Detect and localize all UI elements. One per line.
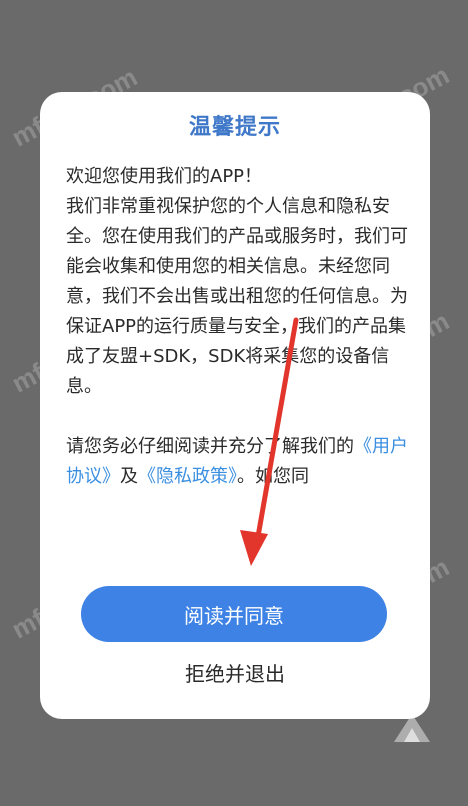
dialog-title: 温馨提示 xyxy=(188,115,281,140)
consent-and: 及 xyxy=(120,466,138,487)
privacy-notice-text: 我们非常重视保护您的个人信息和隐私安全。您在使用我们的产品或服务时，我们可能会收… xyxy=(66,196,408,397)
scroll-fade xyxy=(40,522,430,542)
corner-logo-icon xyxy=(394,714,430,742)
consent-suffix: 。如您同 xyxy=(237,466,309,487)
welcome-text: 欢迎您使用我们的APP！ xyxy=(66,166,263,187)
agree-button[interactable]: 阅读并同意 xyxy=(81,586,387,642)
refuse-button[interactable]: 拒绝并退出 xyxy=(40,658,430,687)
consent-prefix: 请您务必仔细阅读并充分了解我们的 xyxy=(66,436,354,457)
privacy-policy-link[interactable]: 《隐私政策》 xyxy=(138,466,237,487)
privacy-dialog: 温馨提示 欢迎您使用我们的APP！ 我们非常重视保护您的个人信息和隐私安全。您在… xyxy=(40,92,430,719)
consent-text: 请您务必仔细阅读并充分了解我们的《用户协议》及《隐私政策》。如您同 xyxy=(66,432,411,492)
dialog-body[interactable]: 欢迎您使用我们的APP！ 我们非常重视保护您的个人信息和隐私安全。您在使用我们的… xyxy=(66,162,411,492)
